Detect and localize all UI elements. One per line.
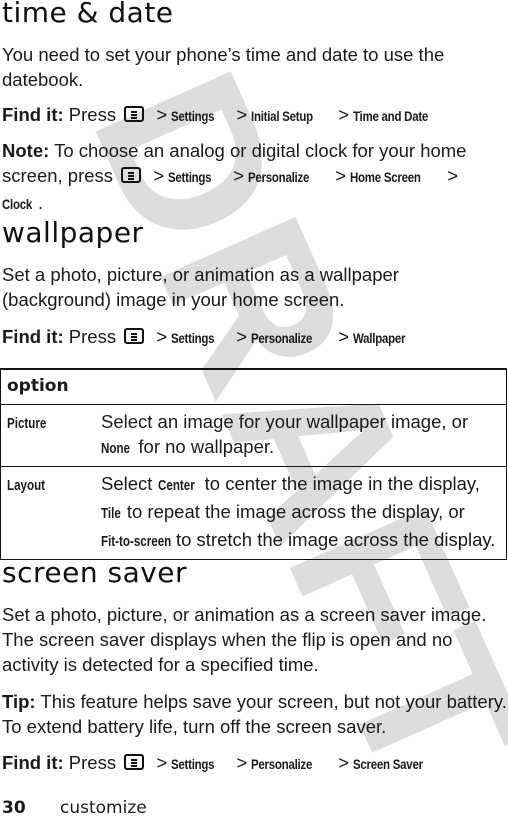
separator: >	[236, 752, 248, 773]
keyword-none: None	[101, 441, 130, 457]
time-date-note: Note: To choose an analog or digital clo…	[2, 138, 482, 217]
option-name: Layout	[0, 466, 95, 560]
heading-screen-saver: screen saver	[2, 556, 188, 589]
press-text: Press	[68, 326, 117, 347]
separator: >	[335, 165, 347, 186]
path-screen-saver: Screen Saver	[353, 756, 423, 772]
option-name: Picture	[0, 404, 95, 467]
menu-key-icon	[124, 328, 145, 344]
separator: >	[156, 104, 168, 125]
path-personalize: Personalize	[251, 756, 313, 772]
desc-text: to repeat the image across the display, …	[121, 501, 465, 522]
time-date-intro: You need to set your phone’s time and da…	[2, 44, 445, 90]
table-row: Picture Select an image for your wallpap…	[0, 404, 507, 467]
path-settings: Settings	[168, 169, 212, 185]
desc-text: Select an image for your wallpaper image…	[101, 411, 469, 432]
path-settings: Settings	[171, 330, 215, 346]
option-description: Select an image for your wallpaper image…	[95, 404, 507, 467]
page-footer: 30 customize	[2, 798, 147, 818]
table-row: Layout Select Center to center the image…	[0, 466, 507, 560]
menu-key-icon	[121, 167, 142, 183]
screen-saver-find-it: Find it: Press > Settings > Personalize > S…	[2, 750, 507, 777]
tip-text: This feature helps save your screen, but…	[2, 691, 507, 737]
path-wallpaper: Wallpaper	[353, 330, 406, 346]
wallpaper-find-it: Find it: Press > Settings > Personalize > W…	[2, 324, 507, 351]
find-it-label: Find it:	[2, 752, 64, 773]
path-clock: Clock	[2, 196, 33, 212]
option-name-text: Layout	[7, 478, 46, 494]
path-personalize: Personalize	[248, 169, 310, 185]
path-home-screen: Home Screen	[350, 169, 421, 185]
menu-key-icon	[124, 106, 145, 122]
table-header-option: option	[0, 368, 507, 405]
screen-saver-intro: Set a photo, picture, or animation as a …	[2, 604, 487, 675]
separator: >	[338, 752, 350, 773]
path-initial-setup: Initial Setup	[251, 108, 314, 124]
page-number: 30	[2, 798, 26, 818]
heading-time-date: time & date	[2, 0, 174, 29]
footer-section-name: customize	[60, 798, 147, 818]
desc-text: to stretch the image across the display.	[170, 529, 496, 550]
desc-text: Select	[101, 473, 158, 494]
find-it-label: Find it:	[2, 104, 64, 125]
separator: >	[153, 165, 165, 186]
desc-text: to center the image in the display,	[199, 473, 480, 494]
keyword-fit-to-screen: Fit-to-screen	[101, 534, 172, 550]
separator: >	[236, 104, 248, 125]
separator: >	[447, 165, 458, 186]
wallpaper-options-table: option Picture Select an image for your …	[0, 368, 507, 560]
path-personalize: Personalize	[251, 330, 313, 346]
tip-label: Tip:	[2, 691, 36, 712]
press-text: Press	[68, 104, 117, 125]
wallpaper-intro: Set a photo, picture, or animation as a …	[2, 264, 399, 310]
screen-saver-tip: Tip: This feature helps save your screen…	[2, 689, 507, 739]
menu-key-icon	[124, 754, 145, 770]
separator: >	[233, 165, 245, 186]
path-settings: Settings	[171, 756, 215, 772]
heading-wallpaper: wallpaper	[2, 216, 144, 249]
separator: >	[236, 326, 248, 347]
keyword-center: Center	[157, 478, 195, 494]
desc-text: for no wallpaper.	[133, 436, 275, 457]
separator: >	[156, 752, 168, 773]
path-settings: Settings	[171, 108, 215, 124]
option-name-text: Picture	[7, 416, 47, 432]
separator: >	[156, 326, 168, 347]
separator: >	[338, 104, 350, 125]
find-it-label: Find it:	[2, 326, 64, 347]
period: .	[38, 192, 44, 213]
option-description: Select Center to center the image in the…	[95, 466, 507, 560]
note-label: Note:	[2, 140, 50, 161]
time-date-find-it: Find it: Press > Settings > Initial Setup …	[2, 102, 507, 129]
press-text: Press	[68, 752, 117, 773]
separator: >	[338, 326, 350, 347]
keyword-tile: Tile	[101, 506, 121, 522]
path-time-and-date: Time and Date	[353, 108, 429, 124]
